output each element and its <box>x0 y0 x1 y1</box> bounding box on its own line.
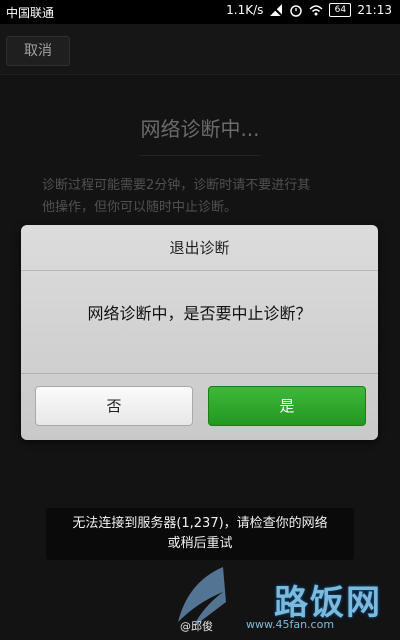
carrier-name: 中国联通 <box>6 6 55 20</box>
wifi-icon <box>309 5 323 16</box>
dialog-divider <box>21 373 378 374</box>
clock: 21:13 <box>357 3 392 17</box>
no-button[interactable]: 否 <box>35 386 193 426</box>
alarm-icon <box>290 5 303 17</box>
dialog-divider <box>21 270 378 271</box>
status-icons: 1.1K/s 64 21:13 <box>226 3 392 17</box>
status-bar: 中国联通 1.1K/s 64 21:13 <box>0 0 400 24</box>
toast-line: 或稍后重试 <box>167 536 233 551</box>
watermark-url: www.45fan.com <box>246 618 335 631</box>
dialog-title: 退出诊断 <box>169 239 230 257</box>
exit-diagnosis-dialog: 退出诊断 网络诊断中，是否要中止诊断？ 否 是 <box>21 225 378 440</box>
yes-button[interactable]: 是 <box>208 386 366 426</box>
network-speed: 1.1K/s <box>226 3 264 17</box>
error-toast: 无法连接到服务器(1,237)，请检查你的网络 或稍后重试 <box>46 508 354 560</box>
dialog-message: 网络诊断中，是否要中止诊断？ <box>87 304 312 323</box>
signal-off-icon <box>269 3 284 17</box>
toast-line: 无法连接到服务器(1,237)，请检查你的网络 <box>72 516 328 531</box>
watermark-logo: 路饭网 <box>274 583 382 623</box>
battery-icon: 64 <box>329 3 352 17</box>
watermark-author: @邱俊 <box>180 620 213 633</box>
